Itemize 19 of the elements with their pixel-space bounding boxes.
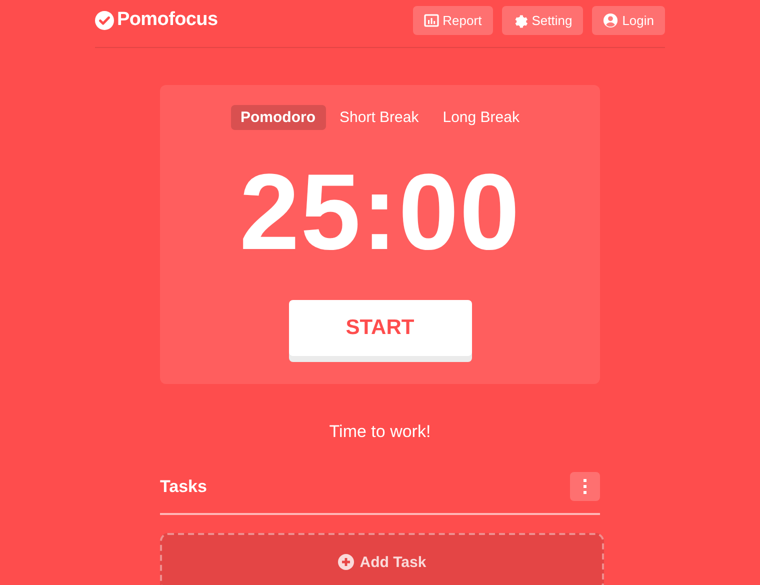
mode-tab[interactable]: Short Break xyxy=(330,105,429,130)
setting-button[interactable]: Setting xyxy=(502,6,584,34)
plus-circle-icon xyxy=(338,554,354,570)
more-menu-button[interactable] xyxy=(570,472,600,501)
app-logo-text: Pomofocus xyxy=(117,9,218,31)
mode-tab[interactable]: Long Break xyxy=(432,105,530,130)
login-button[interactable]: Login xyxy=(592,6,665,34)
more-icon xyxy=(583,479,587,494)
add-task-button[interactable]: Add Task xyxy=(160,533,604,585)
settings-icon xyxy=(512,12,528,28)
timer-display: 25:00 xyxy=(239,158,521,266)
bar-chart-icon xyxy=(424,14,439,26)
mode-tab[interactable]: Pomodoro xyxy=(230,105,326,130)
start-button[interactable]: START xyxy=(288,300,472,356)
status-message: Time to work! xyxy=(328,422,432,442)
check-circle-icon xyxy=(95,10,114,30)
tasks-heading: Tasks xyxy=(160,476,207,496)
report-button[interactable]: Report xyxy=(412,6,493,34)
user-icon xyxy=(603,12,618,28)
